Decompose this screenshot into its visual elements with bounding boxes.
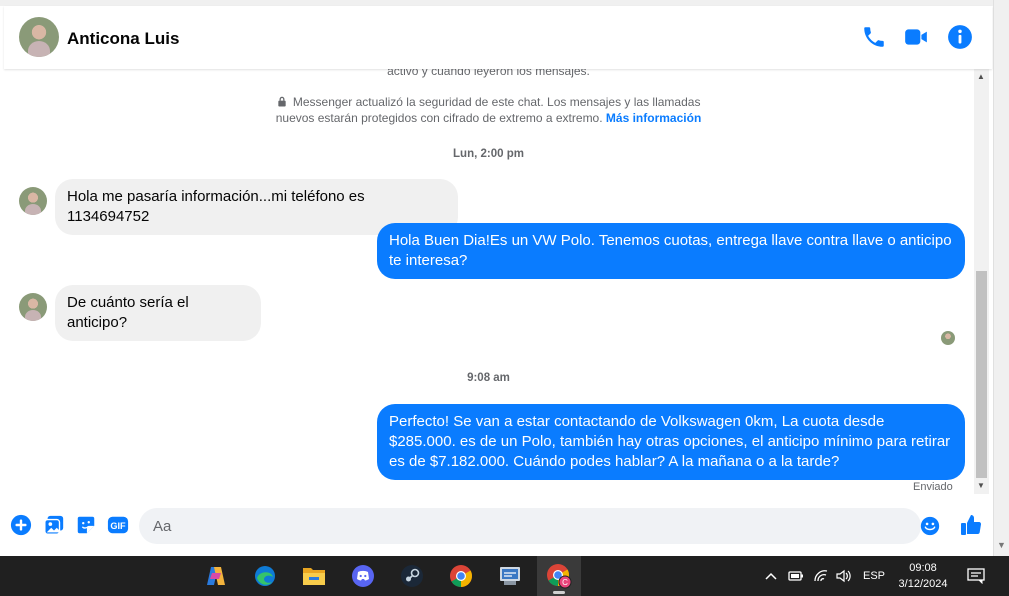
phone-call-icon[interactable] <box>861 24 887 50</box>
outgoing-message[interactable]: Hola Buen Dia!Es un VW Polo. Tenemos cuo… <box>377 223 965 279</box>
outgoing-message[interactable]: Perfecto! Se van a estar contactando de … <box>377 404 965 480</box>
add-plus-icon[interactable] <box>10 514 32 536</box>
taskbar-chrome-profile[interactable]: C <box>537 556 581 596</box>
security-notice: Messenger actualizó la seguridad de este… <box>4 94 973 126</box>
lock-icon <box>277 95 293 109</box>
discord-icon <box>352 565 374 587</box>
taskbar-chrome[interactable] <box>439 556 483 596</box>
battery-icon[interactable] <box>788 566 804 586</box>
photo-gallery-icon[interactable] <box>43 514 65 536</box>
thumbs-up-icon[interactable] <box>959 513 983 537</box>
chrome-icon <box>450 565 472 587</box>
page-scrollbar[interactable]: ▼ <box>993 0 1009 556</box>
emoji-icon[interactable] <box>920 516 940 536</box>
timestamp: 9:08 am <box>467 372 510 384</box>
contact-avatar[interactable] <box>19 17 59 57</box>
taskbar-control-panel[interactable] <box>488 556 532 596</box>
security-notice-line1: Messenger actualizó la seguridad de este… <box>292 95 701 109</box>
notifications-icon[interactable] <box>967 566 985 586</box>
svg-text:GIF: GIF <box>110 521 126 531</box>
taskbar-clock[interactable]: 09:08 3/12/2024 <box>888 560 958 592</box>
sticker-icon[interactable] <box>75 514 97 536</box>
edge-icon <box>255 566 275 586</box>
steam-icon <box>401 565 423 587</box>
sender-avatar[interactable] <box>19 293 47 321</box>
taskbar-edge[interactable] <box>243 556 287 596</box>
show-hidden-icons-chevron-icon[interactable] <box>765 566 777 586</box>
security-notice-line2: nuevos estarán protegidos con cifrado de… <box>275 111 603 125</box>
wifi-icon[interactable] <box>813 566 829 586</box>
video-call-icon[interactable] <box>903 24 929 50</box>
messenger-window: ▼ Anticona Luis activo y cuando leyeron … <box>0 0 1009 596</box>
gif-icon[interactable]: GIF <box>107 514 129 536</box>
scroll-down-icon[interactable]: ▼ <box>977 481 985 490</box>
info-icon[interactable] <box>947 24 973 50</box>
taskbar-file-explorer[interactable] <box>292 556 336 596</box>
sent-status: Enviado <box>913 481 953 493</box>
clock-time: 09:08 <box>909 562 937 574</box>
message-composer: GIF <box>4 494 992 556</box>
language-indicator[interactable]: ESP <box>863 566 885 586</box>
chat-scrollbar[interactable]: ▲ ▼ <box>974 69 989 494</box>
message-list[interactable]: activo y cuando leyeron los mensajes. Me… <box>4 69 973 494</box>
more-info-link[interactable]: Más información <box>606 111 701 125</box>
incoming-message[interactable]: De cuánto sería el anticipo? <box>55 285 261 341</box>
folder-icon <box>303 568 325 585</box>
taskbar-steam[interactable] <box>390 556 434 596</box>
clock-date: 3/12/2024 <box>898 578 948 590</box>
copilot-icon <box>207 567 225 585</box>
message-input[interactable] <box>139 508 921 544</box>
partial-system-notice: activo y cuando leyeron los mensajes. <box>387 69 590 78</box>
chat-header: Anticona Luis <box>4 6 992 69</box>
scroll-up-icon[interactable]: ▲ <box>977 72 985 81</box>
sender-avatar[interactable] <box>19 187 47 215</box>
taskbar-copilot[interactable] <box>194 556 238 596</box>
svg-text:C: C <box>562 578 568 587</box>
page-scroll-down-icon[interactable]: ▼ <box>997 540 1006 550</box>
contact-name[interactable]: Anticona Luis <box>67 29 179 49</box>
windows-taskbar: C ESP 09:08 3/12/2024 <box>0 556 1009 596</box>
scrollbar-thumb[interactable] <box>976 271 987 478</box>
timestamp: Lun, 2:00 pm <box>453 148 524 160</box>
control-panel-icon <box>500 567 520 585</box>
read-receipt-avatar <box>941 331 955 345</box>
chrome-profile-icon: C <box>547 564 572 589</box>
volume-icon[interactable] <box>835 566 851 586</box>
taskbar-discord[interactable] <box>341 556 385 596</box>
